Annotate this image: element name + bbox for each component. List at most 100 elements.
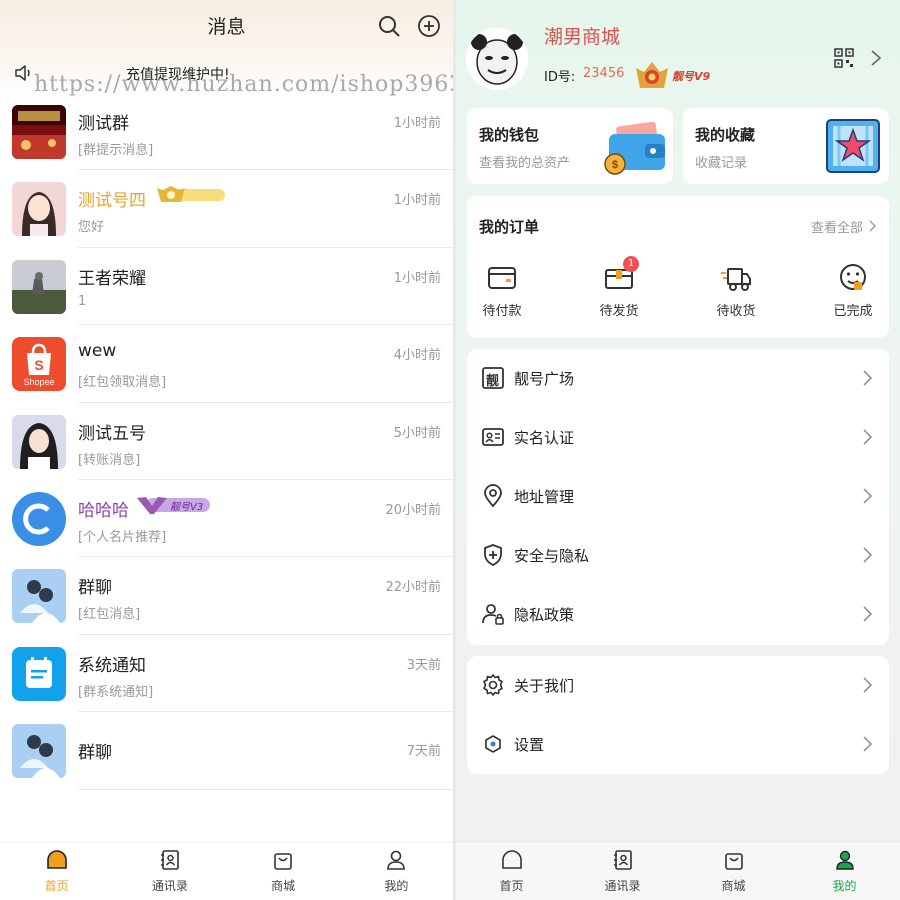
- chevron-right-icon[interactable]: [870, 49, 882, 67]
- vip-v3-badge: 靓号V3: [136, 494, 212, 516]
- menu-item-liang-square[interactable]: 靓 靓号广场: [467, 349, 889, 408]
- avatar: [12, 105, 66, 159]
- chat-row[interactable]: 系统通知 3天前 [群系统通知]: [0, 635, 453, 713]
- chat-row[interactable]: 群聊 22小时前 [红包消息]: [0, 557, 453, 635]
- user-lock-icon: [482, 604, 504, 625]
- view-all-orders-link[interactable]: 查看全部: [811, 217, 863, 236]
- chat-row[interactable]: S Shopee wew 4小时前 [红包领取消息]: [0, 325, 453, 403]
- chat-row[interactable]: 测试五号 5小时前 [转账消息]: [0, 403, 453, 480]
- chevron-right-icon: [863, 547, 873, 563]
- order-completed[interactable]: 已完成: [813, 262, 893, 319]
- add-circle-icon[interactable]: [417, 14, 441, 38]
- menu-item-settings[interactable]: 设置: [467, 715, 889, 774]
- chevron-right-icon: [863, 370, 873, 386]
- chat-time: 4小时前: [393, 348, 441, 364]
- tab-mine[interactable]: 我的: [340, 843, 453, 900]
- chat-row[interactable]: 测试号四 1小时前 您好: [0, 170, 453, 248]
- order-pending-shipment[interactable]: 1 待发货: [579, 256, 659, 319]
- menu-item-real-name[interactable]: 实名认证: [467, 408, 889, 467]
- menu-item-address[interactable]: 地址管理: [467, 467, 889, 526]
- profile-screen: 潮男商城 ID号: 23456 靓号V9 我的钱包 查看我的总资产 $ 我的收藏…: [456, 0, 900, 900]
- chat-name: 测试五号: [78, 423, 146, 444]
- order-label: 已完成: [833, 304, 873, 319]
- user-icon: [387, 850, 406, 870]
- messages-header: 消息 充值提现维护中!: [0, 0, 453, 95]
- tab-mall[interactable]: 商城: [678, 843, 789, 900]
- menu-label: 靓号广场: [514, 370, 575, 388]
- shopping-bag-icon: [724, 853, 743, 870]
- avatar: [12, 414, 66, 469]
- tab-contacts[interactable]: 通讯录: [113, 843, 226, 900]
- card-icon: [488, 267, 516, 289]
- order-label: 待收货: [716, 304, 756, 319]
- wallet-title: 我的钱包: [479, 126, 540, 144]
- chat-preview: [个人名片推荐]: [78, 529, 167, 545]
- user-icon: [835, 850, 854, 870]
- chat-time: 7天前: [406, 744, 441, 760]
- qr-code-icon[interactable]: [834, 48, 854, 68]
- tab-mall[interactable]: 商城: [227, 843, 340, 900]
- tab-label: 我的: [832, 879, 857, 893]
- speaker-icon: [15, 65, 30, 81]
- chat-row[interactable]: 群聊 7天前: [0, 712, 453, 790]
- chat-time: 1小时前: [393, 270, 441, 286]
- bottom-tab-bar: 首页 通讯录 商城 我的: [456, 842, 900, 900]
- menu-item-security[interactable]: 安全与隐私: [467, 526, 889, 585]
- tab-contacts[interactable]: 通讯录: [567, 843, 678, 900]
- chat-preview: [群系统通知]: [78, 684, 154, 700]
- home-chat-icon: [501, 850, 522, 869]
- chat-time: 1小时前: [393, 116, 441, 131]
- chat-preview: 1: [78, 293, 87, 309]
- tab-home[interactable]: 首页: [456, 843, 567, 900]
- vip-v9-badge: 靓号V9: [632, 58, 712, 92]
- chat-row[interactable]: 王者荣耀 1小时前 1: [0, 248, 453, 326]
- menu-item-privacy-policy[interactable]: 隐私政策: [467, 585, 889, 644]
- notice-text: 充值提现维护中!: [126, 67, 230, 83]
- vip-v9-label: 靓号V9: [672, 70, 711, 83]
- menu-label: 关于我们: [514, 677, 575, 695]
- chevron-right-icon: [863, 677, 873, 693]
- tab-label: 商城: [271, 879, 296, 893]
- chat-preview: 您好: [78, 220, 105, 236]
- gear-icon: [483, 674, 503, 696]
- search-icon[interactable]: [377, 14, 401, 38]
- chat-time: 22小时前: [385, 580, 441, 596]
- order-pending-receipt[interactable]: 待收货: [696, 262, 776, 319]
- tab-mine[interactable]: 我的: [789, 843, 900, 900]
- chevron-right-icon: [863, 736, 873, 752]
- chat-name: 群聊: [78, 578, 112, 599]
- avatar[interactable]: [466, 28, 528, 90]
- wallet-icon: $: [604, 121, 665, 175]
- avatar: S Shopee: [12, 337, 66, 392]
- chat-list: 测试群 1小时前 [群提示消息] 测试号四 1小时前 您好 王者荣耀 1小时前 …: [0, 93, 453, 790]
- order-pending-payment[interactable]: 待付款: [462, 262, 542, 319]
- menu-card-secondary: 关于我们 设置: [467, 656, 889, 774]
- chat-time: 3天前: [406, 657, 441, 673]
- vip-gold-badge: [157, 186, 225, 203]
- chat-row[interactable]: 哈哈哈 靓号V3 20小时前 [个人名片推荐]: [0, 480, 453, 558]
- avatar: [12, 491, 66, 546]
- liang-glyph: 靓: [486, 374, 500, 389]
- tab-label: 通讯录: [604, 879, 641, 893]
- favorites-card[interactable]: 我的收藏 收藏记录: [683, 108, 889, 184]
- chevron-right-icon: [863, 429, 873, 445]
- menu-label: 隐私政策: [514, 606, 575, 624]
- contacts-icon: [613, 850, 632, 870]
- chat-name: 群聊: [78, 743, 112, 764]
- chat-time: 1小时前: [393, 193, 441, 209]
- shopee-label: Shopee: [23, 377, 55, 388]
- chat-row[interactable]: 测试群 1小时前 [群提示消息]: [0, 93, 453, 171]
- tab-home[interactable]: 首页: [0, 843, 113, 900]
- chat-preview: [红包消息]: [78, 607, 141, 623]
- chat-time: 5小时前: [393, 425, 441, 441]
- menu-item-about[interactable]: 关于我们: [467, 656, 889, 715]
- menu-label: 实名认证: [514, 429, 575, 447]
- avatar: [12, 724, 66, 779]
- profile-id: 23456: [583, 66, 625, 81]
- profile-name: 潮男商城: [544, 26, 621, 48]
- shopping-bag-icon: [274, 853, 292, 870]
- chat-name: 测试号四: [78, 191, 146, 212]
- avatar: [12, 259, 66, 314]
- notice-bar: 充值提现维护中!: [0, 62, 453, 84]
- wallet-card[interactable]: 我的钱包 查看我的总资产 $: [467, 108, 673, 184]
